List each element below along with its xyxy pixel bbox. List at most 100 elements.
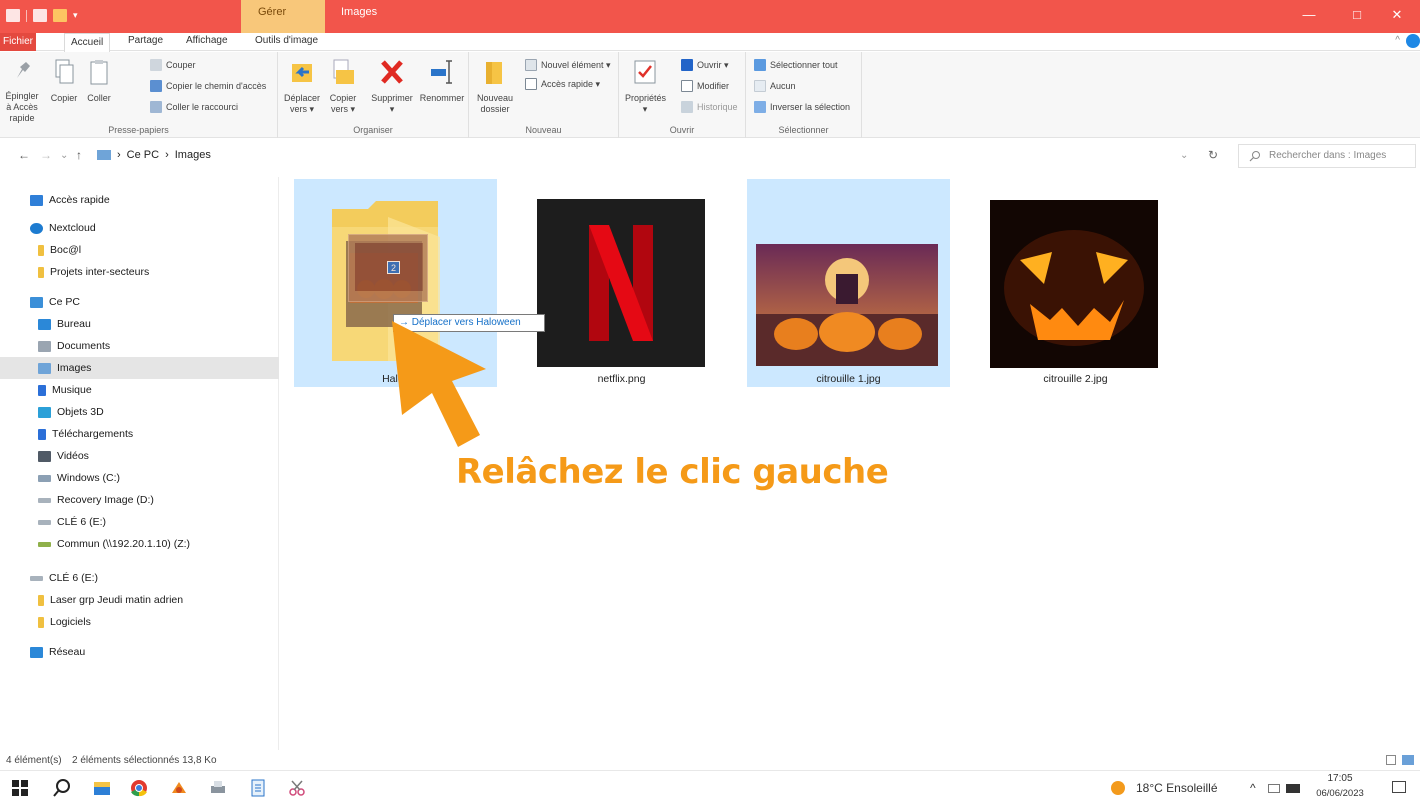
sidebar-item-music[interactable]: Musique xyxy=(0,379,279,401)
sidebar-item-laser-folder[interactable]: Laser grp Jeudi matin adrien xyxy=(0,589,279,611)
new-folder-icon[interactable] xyxy=(53,9,67,22)
select-none-button[interactable]: Aucun xyxy=(754,80,796,92)
sidebar-item-quick-access[interactable]: Accès rapide xyxy=(0,189,279,211)
tab-picture-tools[interactable]: Outils d'image xyxy=(255,35,318,46)
address-dropdown-button[interactable]: ⌄ xyxy=(1180,150,1188,161)
sidebar-item-drive-e[interactable]: CLÉ 6 (E:) xyxy=(0,511,279,533)
desktop-icon xyxy=(38,318,51,330)
music-icon xyxy=(38,384,46,396)
tab-share[interactable]: Partage xyxy=(128,35,163,46)
new-item-button[interactable]: Nouvel élément ▾ xyxy=(525,59,611,71)
sidebar-item-projets[interactable]: Projets inter-secteurs xyxy=(0,261,279,283)
search-icon[interactable] xyxy=(53,779,71,797)
sidebar-item-desktop[interactable]: Bureau xyxy=(0,313,279,335)
sidebar-item-images[interactable]: Images xyxy=(0,357,279,379)
sidebar-item-label: CLÉ 6 (E:) xyxy=(57,516,107,528)
refresh-button[interactable]: ↻ xyxy=(1208,148,1218,162)
copy-path-button[interactable]: Copier le chemin d'accès xyxy=(150,80,266,92)
notification-center-icon[interactable] xyxy=(1392,781,1406,793)
breadcrumb-separator[interactable]: › xyxy=(165,149,169,161)
copy-to-button[interactable]: Copier vers ▾ xyxy=(326,58,360,115)
close-button[interactable]: ✕ xyxy=(1374,4,1420,26)
forward-button[interactable]: → xyxy=(40,148,52,162)
collapse-ribbon-icon[interactable]: ^ xyxy=(1395,35,1400,46)
sidebar-item-videos[interactable]: Vidéos xyxy=(0,445,279,467)
file-explorer-icon[interactable] xyxy=(93,779,111,797)
printer-icon[interactable] xyxy=(209,779,227,797)
sidebar-item-3d-objects[interactable]: Objets 3D xyxy=(0,401,279,423)
sidebar-item-bocal[interactable]: Boc@l xyxy=(0,239,279,261)
tab-home[interactable]: Accueil xyxy=(64,33,111,52)
file-tile-netflix[interactable]: netflix.png xyxy=(520,179,723,387)
minimize-button[interactable]: — xyxy=(1286,4,1332,26)
breadcrumb-separator[interactable]: › xyxy=(117,149,121,161)
open-icon xyxy=(681,59,693,71)
app-icon[interactable] xyxy=(170,779,188,797)
recent-locations-button[interactable]: ⌄ xyxy=(60,150,68,161)
volume-icon[interactable] xyxy=(1286,784,1300,793)
details-view-icon[interactable] xyxy=(1386,755,1396,765)
sidebar-item-drive-d[interactable]: Recovery Image (D:) xyxy=(0,489,279,511)
back-button[interactable]: ← xyxy=(18,148,30,162)
select-all-button[interactable]: Sélectionner tout xyxy=(754,59,838,71)
computer-icon xyxy=(30,296,43,308)
tab-view[interactable]: Affichage xyxy=(186,35,228,46)
properties-icon xyxy=(634,60,656,84)
sidebar-item-this-pc[interactable]: Ce PC xyxy=(0,291,279,313)
new-folder-button[interactable]: Nouveau dossier xyxy=(475,58,515,115)
invert-selection-button[interactable]: Inverser la sélection xyxy=(754,101,850,113)
windows-start-icon[interactable] xyxy=(11,779,29,797)
open-label: Ouvrir ▾ xyxy=(697,59,729,70)
easy-access-button[interactable]: Accès rapide ▾ xyxy=(525,78,600,90)
sidebar-item-documents[interactable]: Documents xyxy=(0,335,279,357)
history-button[interactable]: Historique xyxy=(681,101,738,113)
clock-time[interactable]: 17:05 xyxy=(1312,773,1368,784)
clock-date[interactable]: 06/06/2023 xyxy=(1312,788,1368,799)
notepad-icon[interactable] xyxy=(249,779,267,797)
properties-button[interactable]: Propriétés ▾ xyxy=(625,58,666,115)
toolbar-divider xyxy=(26,9,27,22)
search-input[interactable]: Rechercher dans : Images xyxy=(1238,144,1416,168)
sidebar-item-nextcloud[interactable]: Nextcloud xyxy=(0,217,279,239)
move-to-button[interactable]: Déplacer vers ▾ xyxy=(282,58,322,115)
up-button[interactable]: ↑ xyxy=(76,148,82,162)
copy-button[interactable]: Copier xyxy=(48,58,80,104)
sidebar-item-logiciels[interactable]: Logiciels xyxy=(0,611,279,633)
drag-count-badge: 2 xyxy=(387,261,400,274)
file-tile-citrouille-1[interactable]: citrouille 1.jpg xyxy=(747,179,950,387)
properties-icon[interactable] xyxy=(33,9,47,22)
group-label-organize: Organiser xyxy=(353,125,393,135)
snipping-tool-icon[interactable] xyxy=(288,779,306,797)
sidebar-item-network[interactable]: Réseau xyxy=(0,641,279,663)
paste-shortcut-button[interactable]: Coller le raccourci xyxy=(150,101,238,113)
sidebar-item-usb-e[interactable]: CLÉ 6 (E:) xyxy=(0,567,279,589)
sidebar-item-drive-z[interactable]: Commun (\\192.20.1.10) (Z:) xyxy=(0,533,279,555)
folder-icon xyxy=(38,266,44,278)
paste-button[interactable]: Coller xyxy=(84,58,114,104)
group-clipboard: Épingler à Accès rapide Copier Coller Co… xyxy=(0,52,278,138)
file-tile-citrouille-2[interactable]: citrouille 2.jpg xyxy=(974,179,1177,387)
video-icon xyxy=(38,450,51,462)
edit-button[interactable]: Modifier xyxy=(681,80,729,92)
customize-toolbar-icon[interactable]: ▾ xyxy=(73,10,78,21)
rename-button[interactable]: Renommer xyxy=(418,58,466,104)
network-status-icon[interactable] xyxy=(1268,784,1280,793)
rename-label: Renommer xyxy=(419,93,465,103)
delete-button[interactable]: Supprimer ▾ xyxy=(368,58,416,115)
breadcrumb-item-images[interactable]: Images xyxy=(175,149,211,161)
open-button[interactable]: Ouvrir ▾ xyxy=(681,59,729,71)
breadcrumb-item-this-pc[interactable]: Ce PC xyxy=(127,149,159,161)
sidebar-item-downloads[interactable]: Téléchargements xyxy=(0,423,279,445)
pin-quick-access-button[interactable]: Épingler à Accès rapide xyxy=(4,58,40,124)
sidebar-item-drive-c[interactable]: Windows (C:) xyxy=(0,467,279,489)
tab-file[interactable]: Fichier xyxy=(0,33,36,51)
cloud-icon xyxy=(30,222,43,234)
orange-arrow-icon xyxy=(392,321,486,447)
chrome-icon[interactable] xyxy=(130,779,148,797)
large-icons-view-icon[interactable] xyxy=(1402,755,1414,765)
folder-icon xyxy=(38,244,44,256)
help-icon[interactable] xyxy=(1406,34,1420,48)
weather-widget[interactable]: 18°C Ensoleillé xyxy=(1136,781,1218,795)
tray-overflow-button[interactable]: ^ xyxy=(1250,781,1256,795)
cut-button[interactable]: Couper xyxy=(150,59,196,71)
